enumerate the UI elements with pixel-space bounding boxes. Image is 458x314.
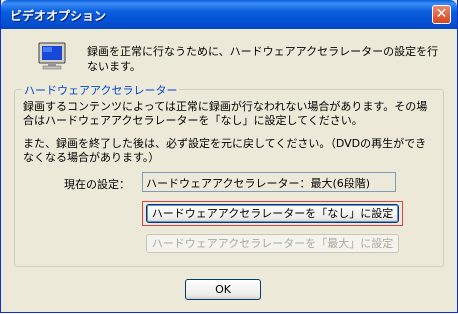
- hardware-accelerator-group: ハードウェアアクセラレーター 録画するコンテンツによっては正常に録画が行なわれな…: [14, 82, 444, 267]
- info-paragraph-1: 録画するコンテンツによっては正常に録画が行なわれない場合があります。その場合はハ…: [23, 100, 428, 127]
- close-button[interactable]: ✕: [432, 5, 451, 24]
- info-paragraph-2: また、録画を終了した後は、必ず設定を元に戻してください。（DVDの再生ができなく…: [23, 137, 427, 164]
- window-title: ビデオオプション: [10, 9, 107, 23]
- set-max-button[interactable]: ハードウェアアクセラレーターを「最大」に設定: [146, 234, 399, 253]
- set-none-button[interactable]: ハードウェアアクセラレーターを「なし」に設定: [146, 204, 399, 223]
- dialog-body: 録画を正常に行なうために、ハードウェアアクセラレーターの設定を行ないます。 ハー…: [4, 29, 454, 309]
- header-message: 録画を正常に行なうために、ハードウェアアクセラレーターの設定を行ないます。: [87, 45, 439, 73]
- video-options-dialog: ビデオオプション ✕ 録画を正常に行なうために、ハードウェアアクセラレーターの設…: [0, 0, 458, 313]
- current-setting-field: ハードウェアアクセラレーター：最大(6段階): [142, 172, 396, 192]
- ok-button[interactable]: OK: [185, 279, 261, 300]
- current-setting-label: 現在の設定：: [64, 178, 130, 191]
- group-legend: ハードウェアアクセラレーター: [22, 82, 180, 98]
- title-bar[interactable]: ビデオオプション ✕: [1, 0, 457, 29]
- monitor-icon: [38, 42, 66, 70]
